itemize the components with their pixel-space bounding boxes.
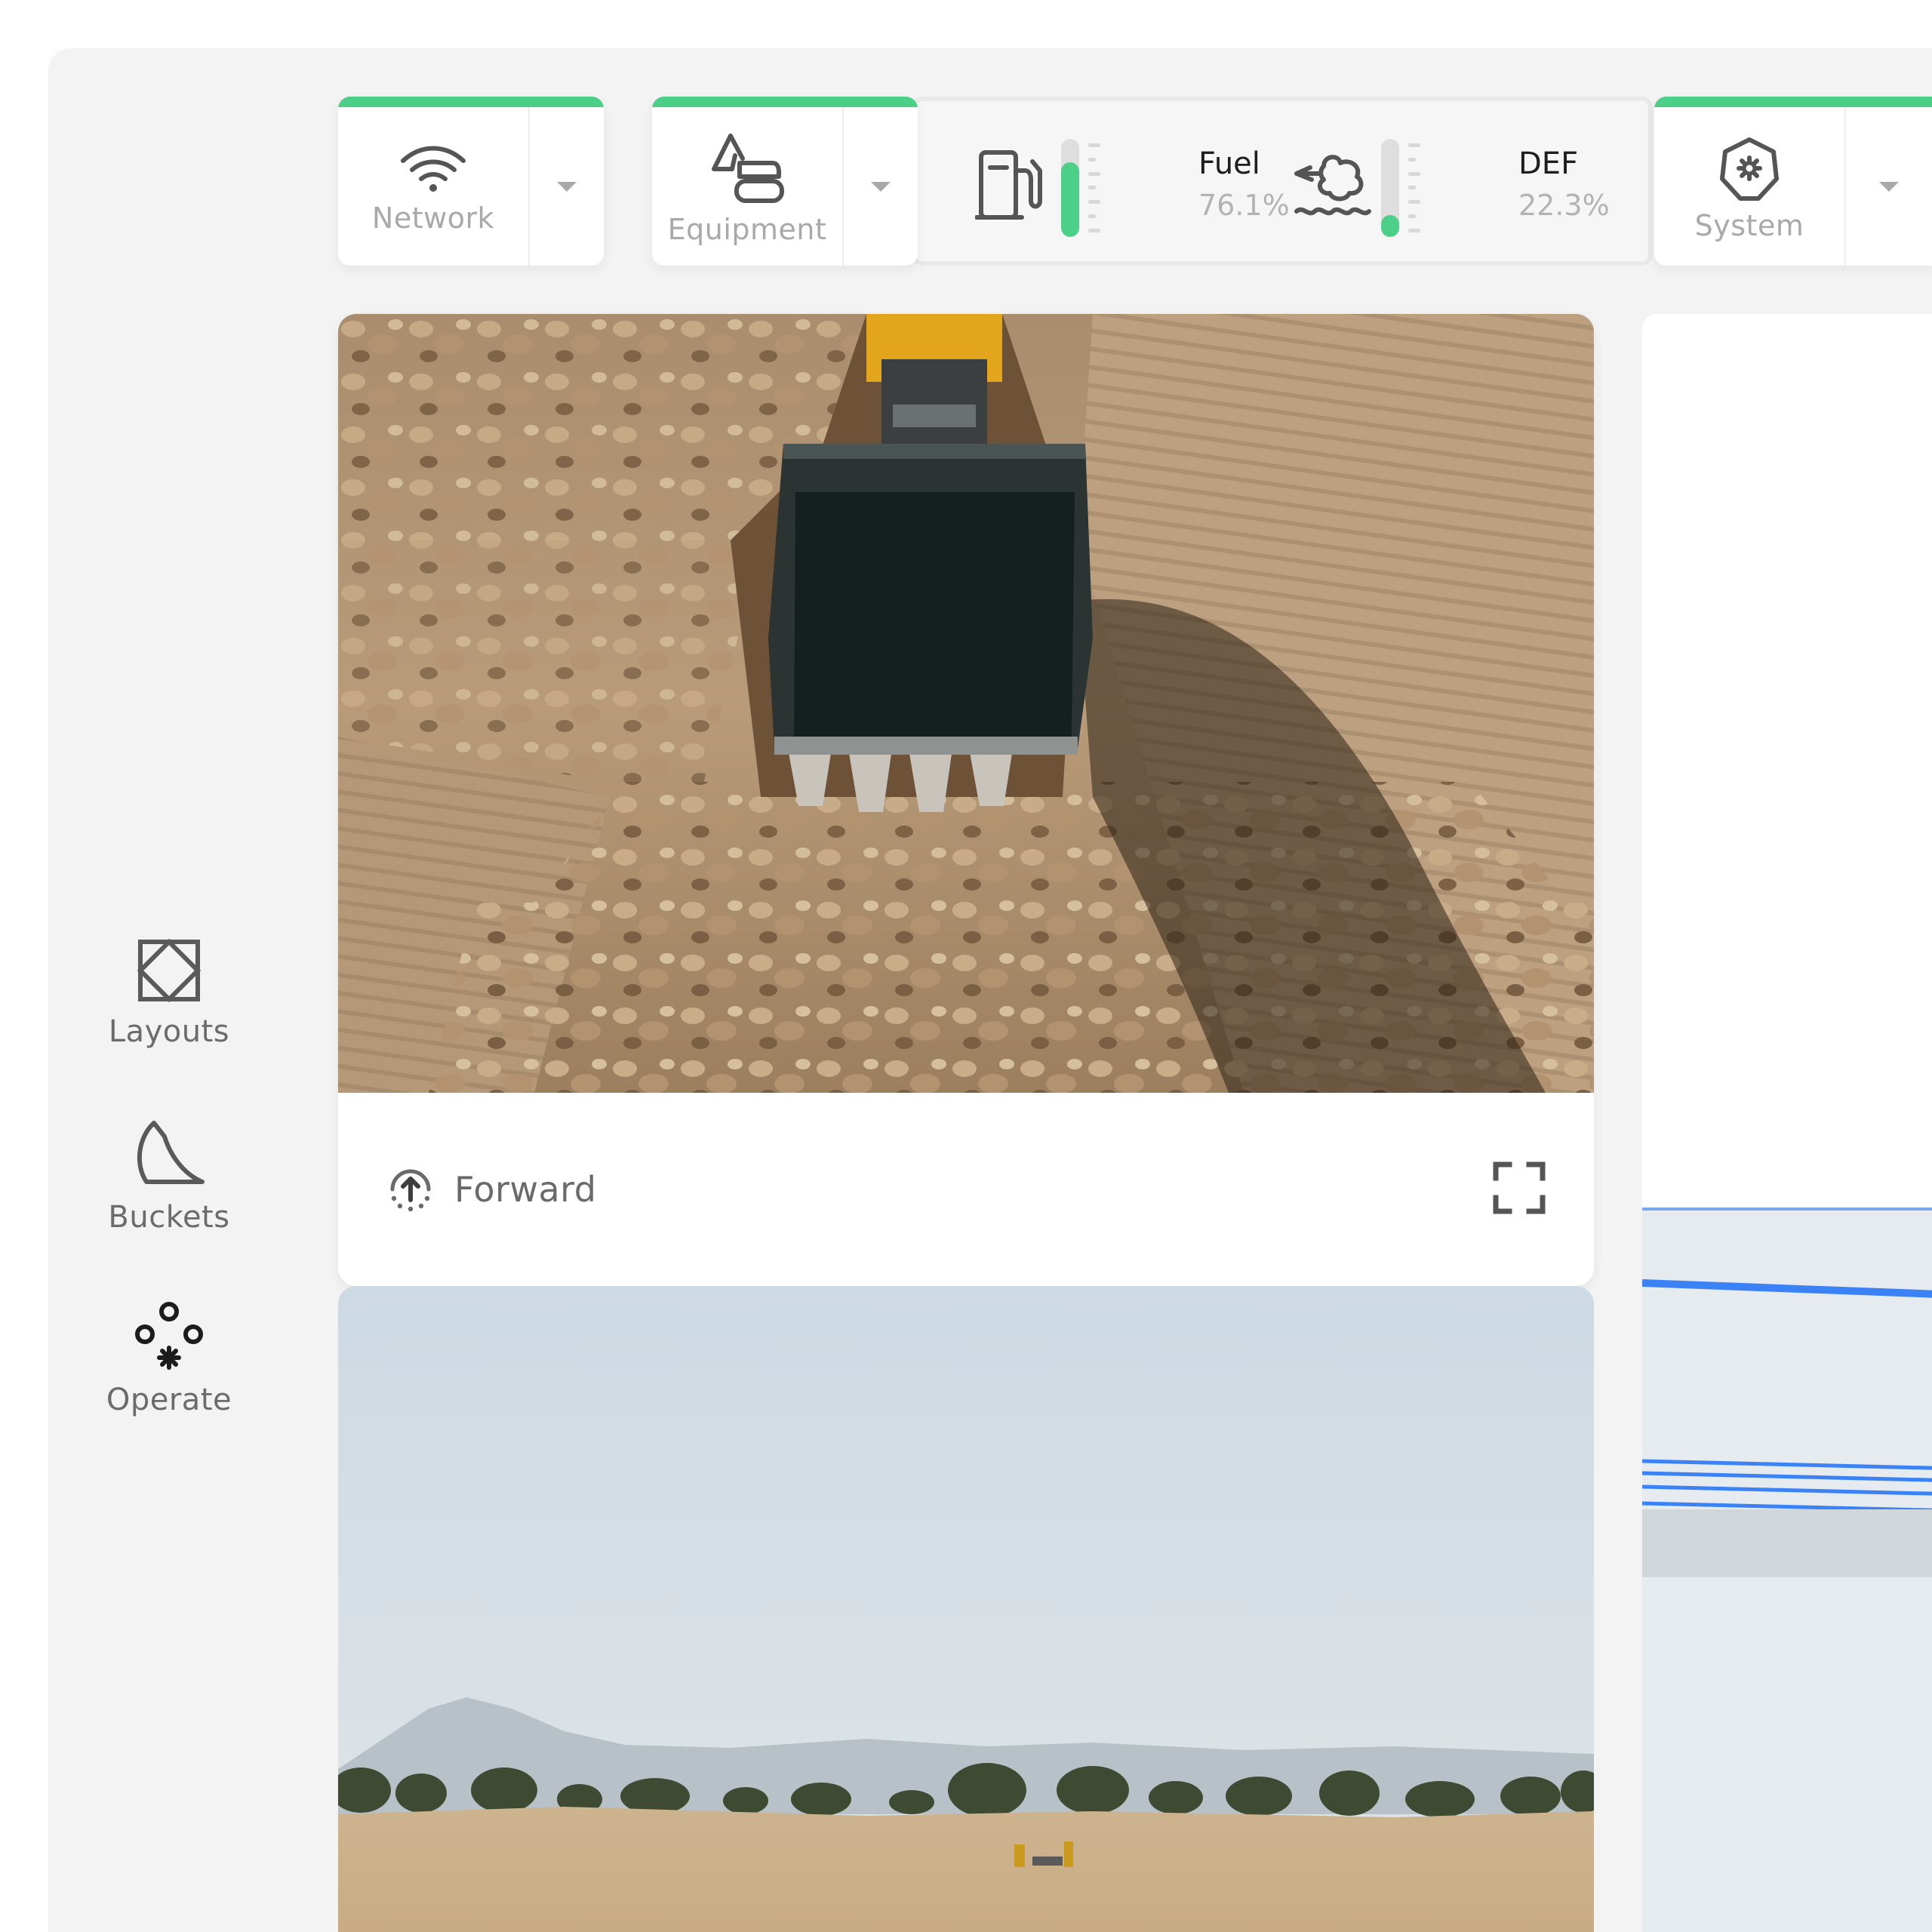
- camera-name: Forward: [454, 1169, 597, 1210]
- equipment-label: Equipment: [667, 213, 827, 246]
- fuel-value: 76.1%: [1198, 189, 1290, 222]
- fuel-gauge-ticks: [1088, 143, 1100, 232]
- network-button[interactable]: Network: [338, 97, 530, 266]
- system-status-card[interactable]: System: [1654, 97, 1932, 266]
- equipment-button[interactable]: Equipment: [652, 97, 844, 266]
- bucket-icon: [137, 1121, 205, 1184]
- app-shell: Layouts Buckets Operate Network Equipmen…: [48, 48, 1932, 1932]
- system-status-accent: [1654, 97, 1932, 107]
- fluid-levels-panel: Fuel 76.1% DEF 22.3%: [912, 97, 1653, 266]
- equipment-status-card[interactable]: Equipment: [652, 97, 918, 266]
- sidebar-item-buckets[interactable]: Buckets: [78, 1118, 260, 1235]
- excavator-icon: [712, 134, 784, 203]
- network-status-accent: [338, 97, 604, 107]
- network-status-card[interactable]: Network: [338, 97, 604, 266]
- wifi-icon: [401, 146, 466, 192]
- camera-feed-forward[interactable]: [338, 314, 1594, 1093]
- forward-camera-icon: [390, 1169, 431, 1212]
- system-gear-icon: [1720, 137, 1779, 201]
- def-title: DEF: [1518, 146, 1579, 181]
- layouts-icon: [137, 939, 201, 1002]
- fuel-gauge: [1061, 139, 1079, 237]
- system-label: System: [1694, 209, 1804, 242]
- system-button[interactable]: System: [1654, 97, 1846, 266]
- equipment-status-accent: [652, 97, 918, 107]
- def-gauge-ticks: [1408, 143, 1420, 232]
- system-dropdown-toggle[interactable]: [1846, 97, 1932, 266]
- camera-card-forward: Forward: [338, 314, 1594, 1286]
- network-dropdown-toggle[interactable]: [530, 97, 604, 266]
- def-gauge: [1381, 139, 1399, 237]
- lidar-scan-image: [1641, 1208, 1932, 1932]
- fuel-pump-icon: [975, 150, 1042, 220]
- sidebar-item-operate[interactable]: Operate: [78, 1301, 260, 1417]
- chevron-down-icon: [557, 181, 577, 192]
- network-label: Network: [371, 202, 495, 235]
- right-side-panel: [1642, 314, 1932, 1220]
- chevron-down-icon: [871, 181, 891, 192]
- sidebar-item-layouts[interactable]: Layouts: [78, 939, 260, 1049]
- sidebar-item-label: Operate: [106, 1383, 232, 1417]
- def-gauge-fill: [1381, 215, 1399, 237]
- lidar-view[interactable]: [1641, 1208, 1932, 1932]
- equipment-dropdown-toggle[interactable]: [844, 97, 918, 266]
- fuel-gauge-fill: [1061, 162, 1079, 237]
- camera-footer: Forward: [338, 1093, 1594, 1286]
- excavator-bucket-image: [338, 314, 1594, 1093]
- camera-card-secondary[interactable]: [338, 1286, 1594, 1932]
- sidebar-item-label: Buckets: [108, 1200, 230, 1235]
- operate-icon: [135, 1302, 203, 1370]
- fullscreen-icon: [1493, 1161, 1546, 1214]
- def-value: 22.3%: [1518, 189, 1610, 222]
- fullscreen-button[interactable]: [1493, 1161, 1546, 1217]
- def-fluid-icon: [1294, 155, 1371, 216]
- sidebar-item-label: Layouts: [108, 1014, 230, 1049]
- chevron-down-icon: [1879, 181, 1899, 192]
- landscape-camera-image: [338, 1286, 1594, 1932]
- fuel-title: Fuel: [1198, 146, 1260, 181]
